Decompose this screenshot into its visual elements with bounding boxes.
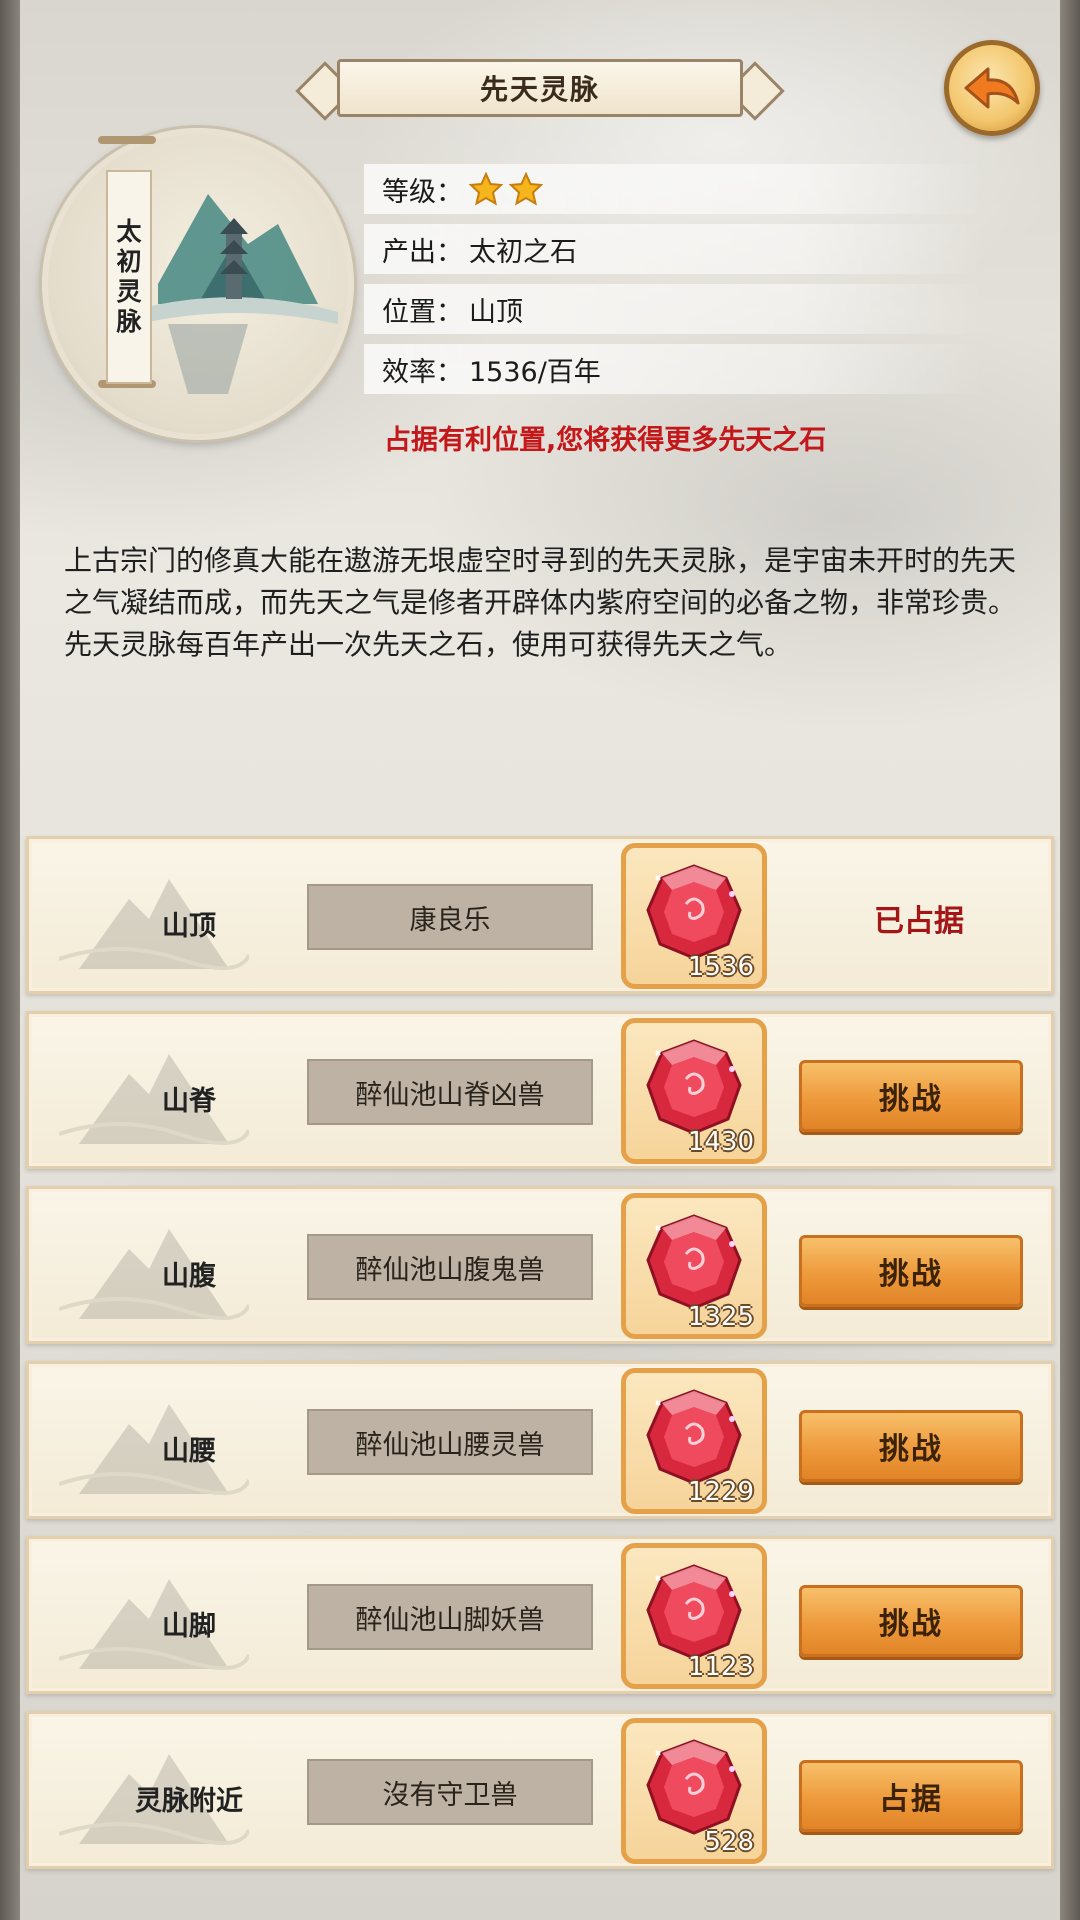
spirit-vein-medallion (42, 128, 354, 440)
slot-guard: 醉仙池山脊凶兽 (307, 1059, 593, 1125)
medallion-scroll-label: 太 初 灵 脉 (98, 136, 156, 388)
efficiency-label: 效率： (382, 356, 463, 388)
mountain-pagoda-illustration (138, 194, 338, 394)
occupied-status: 已占据 (874, 904, 964, 939)
slot-location: 山腹 (162, 1260, 216, 1292)
slot-row: 山腰 醉仙池山腰灵兽 1229 挑战 (26, 1361, 1054, 1519)
gem-count: 1229 (687, 1477, 754, 1507)
challenge-button[interactable]: 挑战 (799, 1410, 1023, 1482)
slot-location: 山顶 (162, 910, 216, 942)
star-icon (469, 172, 503, 206)
red-gem-icon (646, 1214, 742, 1310)
promo-text: 占据有利位置,您将获得更多先天之石 (384, 425, 827, 456)
slot-location: 山脊 (162, 1085, 216, 1117)
slot-row: 山腹 醉仙池山腹鬼兽 1325 挑战 (26, 1186, 1054, 1344)
back-button[interactable] (944, 40, 1040, 136)
slot-guard: 醉仙池山腹鬼兽 (307, 1234, 593, 1300)
info-row-efficiency: 效率： 1536/百年 (364, 344, 984, 394)
scroll-rod-top (98, 136, 156, 144)
scroll-char: 初 (116, 247, 142, 276)
slot-guard: 沒有守卫兽 (307, 1759, 593, 1825)
info-row-position: 位置： 山顶 (364, 284, 984, 334)
level-stars (469, 172, 543, 206)
red-gem-icon (646, 1739, 742, 1835)
challenge-button[interactable]: 挑战 (799, 1235, 1023, 1307)
red-gem-icon (646, 1389, 742, 1485)
output-value: 太初之石 (469, 236, 577, 268)
gem-count: 1430 (687, 1127, 754, 1157)
slot-location: 山腰 (162, 1435, 216, 1467)
challenge-button[interactable]: 挑战 (799, 1060, 1023, 1132)
gem-count: 528 (704, 1827, 754, 1857)
title-banner: 先天灵脉 (295, 58, 785, 121)
gem-count: 1536 (687, 952, 754, 982)
panel-border-left (0, 0, 20, 1920)
slot-guard: 醉仙池山腰灵兽 (307, 1409, 593, 1475)
description-text: 上古宗门的修真大能在遨游无垠虚空时寻到的先天灵脉，是宇宙未开时的先天之气凝结而成… (64, 544, 1017, 661)
slot-location: 灵脉附近 (135, 1785, 243, 1817)
gem-reward[interactable]: 1229 (621, 1368, 767, 1514)
gem-count: 1325 (687, 1302, 754, 1332)
panel-border-right (1060, 0, 1080, 1920)
info-row-level: 等级： (364, 164, 984, 214)
gem-reward[interactable]: 528 (621, 1718, 767, 1864)
position-label: 位置： (382, 296, 463, 328)
info-row-output: 产出： 太初之石 (364, 224, 984, 274)
slot-guard: 康良乐 (307, 884, 593, 950)
level-label: 等级： (382, 176, 463, 208)
red-gem-icon (646, 1039, 742, 1135)
red-gem-icon (646, 864, 742, 960)
slot-row: 山顶 康良乐 1536 已占据 (26, 836, 1054, 994)
scroll-char: 太 (116, 217, 142, 246)
star-icon (509, 172, 543, 206)
position-value: 山顶 (469, 296, 523, 328)
efficiency-value: 1536/百年 (469, 356, 601, 388)
gem-reward[interactable]: 1536 (621, 843, 767, 989)
gem-reward[interactable]: 1430 (621, 1018, 767, 1164)
scroll-char: 灵 (116, 277, 142, 306)
back-arrow-icon (964, 67, 1020, 109)
slot-row: 灵脉附近 沒有守卫兽 528 占据 (26, 1711, 1054, 1869)
challenge-button[interactable]: 挑战 (799, 1585, 1023, 1657)
slot-row: 山脚 醉仙池山脚妖兽 1123 挑战 (26, 1536, 1054, 1694)
slot-row: 山脊 醉仙池山脊凶兽 1430 挑战 (26, 1011, 1054, 1169)
gem-count: 1123 (687, 1652, 754, 1682)
slot-location: 山脚 (162, 1610, 216, 1642)
red-gem-icon (646, 1564, 742, 1660)
scroll-char: 脉 (116, 307, 142, 336)
output-label: 产出： (382, 236, 463, 268)
gem-reward[interactable]: 1123 (621, 1543, 767, 1689)
occupy-button[interactable]: 占据 (799, 1760, 1023, 1832)
scroll-paper: 太 初 灵 脉 (106, 170, 152, 384)
slot-guard: 醉仙池山脚妖兽 (307, 1584, 593, 1650)
gem-reward[interactable]: 1325 (621, 1193, 767, 1339)
page-title: 先天灵脉 (337, 59, 743, 117)
